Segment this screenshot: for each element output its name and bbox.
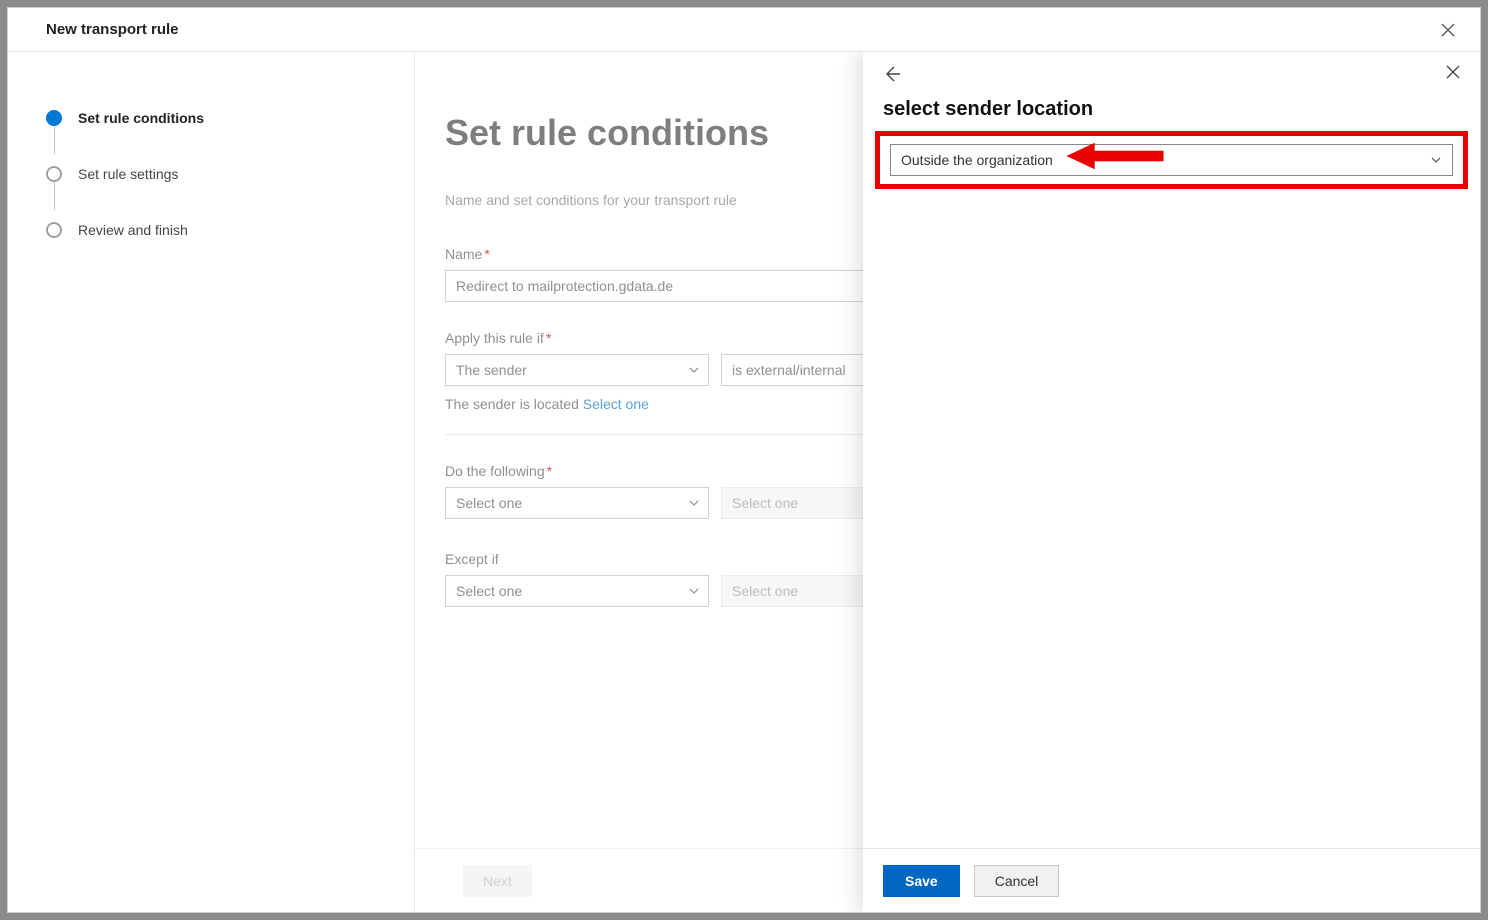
close-icon — [1441, 23, 1455, 37]
step-review[interactable]: Review and finish — [46, 202, 414, 258]
chevron-down-icon — [688, 585, 700, 597]
sender-location-value: Outside the organization — [901, 152, 1430, 168]
flyout-header — [863, 52, 1480, 84]
back-button[interactable] — [883, 65, 903, 85]
step-label: Set rule settings — [78, 166, 178, 182]
window-title: New transport rule — [46, 21, 1436, 38]
step-bullet-icon — [46, 110, 62, 126]
next-button: Next — [463, 865, 532, 897]
flyout-footer: Save Cancel — [863, 848, 1480, 912]
select-one-link[interactable]: Select one — [583, 396, 649, 412]
apply-if-sender-dropdown[interactable]: The sender — [445, 354, 709, 386]
annotation-highlight: Outside the organization — [875, 131, 1468, 189]
cancel-button[interactable]: Cancel — [974, 865, 1060, 897]
select-sender-location-panel: select sender location Outside the organ… — [863, 52, 1480, 912]
window-header: New transport rule — [8, 8, 1480, 52]
step-label: Set rule conditions — [78, 110, 204, 126]
do-following-action-dropdown[interactable]: Select one — [445, 487, 709, 519]
transport-rule-window: New transport rule Set rule conditions S… — [7, 7, 1481, 913]
back-arrow-icon — [883, 65, 901, 83]
chevron-down-icon — [688, 364, 700, 376]
step-settings[interactable]: Set rule settings — [46, 146, 414, 202]
flyout-body: Outside the organization — [863, 131, 1480, 848]
chevron-down-icon — [1430, 154, 1442, 166]
close-button[interactable] — [1436, 18, 1460, 42]
wizard-sidebar: Set rule conditions Set rule settings Re… — [8, 52, 415, 912]
flyout-title: select sender location — [863, 84, 1480, 131]
flyout-close-button[interactable] — [1446, 65, 1466, 85]
step-label: Review and finish — [78, 222, 188, 238]
except-if-condition-dropdown[interactable]: Select one — [445, 575, 709, 607]
window-body: Set rule conditions Set rule settings Re… — [8, 52, 1480, 912]
step-conditions[interactable]: Set rule conditions — [46, 90, 414, 146]
step-bullet-icon — [46, 222, 62, 238]
close-icon — [1446, 65, 1460, 79]
sender-location-dropdown[interactable]: Outside the organization — [890, 144, 1453, 176]
chevron-down-icon — [688, 497, 700, 509]
step-bullet-icon — [46, 166, 62, 182]
save-button[interactable]: Save — [883, 865, 960, 897]
